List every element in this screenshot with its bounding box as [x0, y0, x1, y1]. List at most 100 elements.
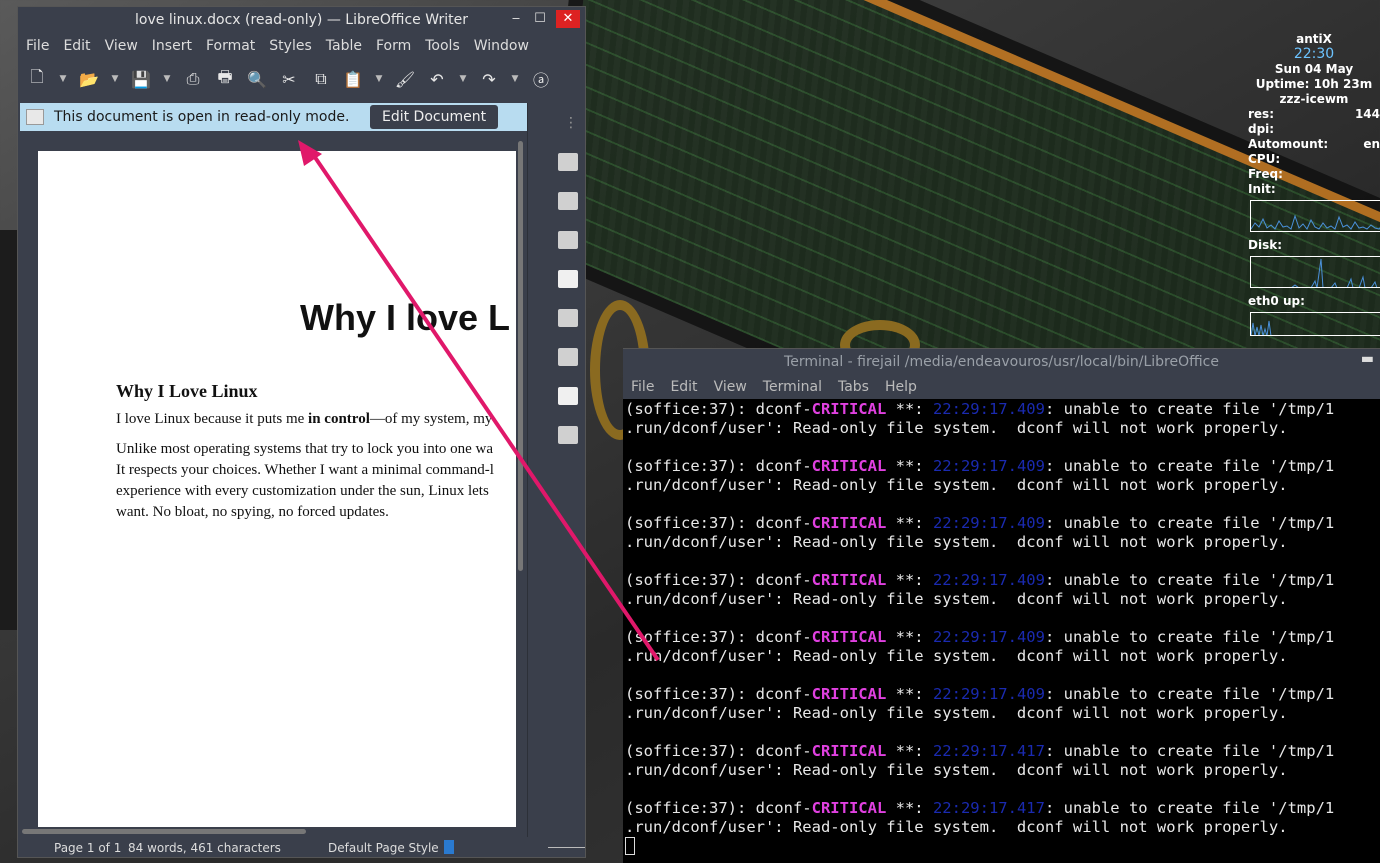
language-icon[interactable]: [444, 840, 454, 854]
terminal-window: Terminal - firejail /media/endeavouros/u…: [623, 348, 1380, 863]
sidebar-menu-icon[interactable]: ⋮: [564, 115, 578, 131]
terminal-line: (soffice:37): dconf-CRITICAL **: 22:29:1…: [625, 628, 1335, 646]
menu-edit[interactable]: Edit: [63, 38, 90, 54]
scrollbar-thumb[interactable]: [518, 141, 523, 571]
paste-icon[interactable]: 📋: [342, 68, 364, 90]
close-button[interactable]: ✕: [556, 10, 580, 28]
menu-form[interactable]: Form: [376, 38, 411, 54]
scrollbar-thumb[interactable]: [22, 829, 306, 834]
chevron-down-icon[interactable]: ▼: [110, 68, 120, 90]
undo-icon[interactable]: ↶: [426, 68, 448, 90]
sidebar-styles-icon[interactable]: [558, 231, 578, 249]
status-word-count[interactable]: 84 words, 461 characters: [128, 841, 281, 855]
sidebar-design-icon[interactable]: [558, 387, 578, 405]
terminal-cursor-line: [625, 837, 1380, 857]
terminal-title: Terminal - firejail /media/endeavouros/u…: [784, 354, 1219, 370]
document-paragraph-1: I love Linux because it puts me in contr…: [116, 411, 493, 427]
menu-format[interactable]: Format: [206, 38, 255, 54]
menu-view[interactable]: View: [105, 38, 138, 54]
copy-icon[interactable]: ⧉: [310, 68, 332, 90]
redo-icon[interactable]: ↷: [478, 68, 500, 90]
writer-title: love linux.docx (read-only) — LibreOffic…: [135, 12, 468, 28]
chevron-down-icon[interactable]: ▼: [58, 68, 68, 90]
spelling-icon[interactable]: ⓐ: [530, 68, 552, 90]
document-canvas[interactable]: Why I love L Why I Love Linux I love Lin…: [20, 133, 526, 827]
chevron-down-icon[interactable]: ▼: [162, 68, 172, 90]
document-paragraph-2-line: It respects your choices. Whether I want…: [116, 462, 494, 478]
minimize-button[interactable]: ‒: [504, 10, 528, 28]
maximize-button[interactable]: ☐: [528, 10, 552, 28]
open-folder-icon[interactable]: 📂: [78, 68, 100, 90]
vertical-scrollbar[interactable]: [516, 133, 526, 827]
infobar-message: This document is open in read-only mode.: [54, 109, 350, 125]
chevron-down-icon[interactable]: ▼: [458, 68, 468, 90]
terminal-line: .run/dconf/user': Read-only file system.…: [625, 647, 1288, 665]
sidebar-gallery-icon[interactable]: [558, 270, 578, 288]
print-preview-icon[interactable]: 🔍: [246, 68, 268, 90]
cpu-graph: [1250, 200, 1380, 232]
menu-table[interactable]: Table: [326, 38, 362, 54]
edit-document-button[interactable]: Edit Document: [370, 105, 499, 129]
document-page[interactable]: Why I love L Why I Love Linux I love Lin…: [38, 151, 518, 827]
cut-icon[interactable]: ✂: [278, 68, 300, 90]
terminal-line: .run/dconf/user': Read-only file system.…: [625, 476, 1288, 494]
chevron-down-icon[interactable]: ▼: [374, 68, 384, 90]
terminal-output[interactable]: (soffice:37): dconf-CRITICAL **: 22:29:1…: [623, 399, 1380, 857]
terminal-line: .run/dconf/user': Read-only file system.…: [625, 704, 1288, 722]
disk-graph: [1250, 256, 1380, 288]
terminal-titlebar[interactable]: Terminal - firejail /media/endeavouros/u…: [623, 349, 1380, 375]
terminal-menu-file[interactable]: File: [631, 379, 654, 395]
terminal-minimize-button[interactable]: ▬: [1361, 351, 1374, 367]
export-pdf-icon[interactable]: ⎙: [182, 68, 204, 90]
conky-monitor: antiX 22:30 Sun 04 May Uptime: 10h 23m z…: [1248, 32, 1380, 342]
standard-toolbar: 🗋 ▼ 📂 ▼ 💾 ▼ ⎙ 🖶 🔍 ✂ ⧉ 📋 ▼ 🖌 ↶ ▼ ↷ ▼ ⓐ: [18, 59, 585, 99]
menu-tools[interactable]: Tools: [425, 38, 460, 54]
terminal-line: .run/dconf/user': Read-only file system.…: [625, 761, 1288, 779]
conky-disk: Disk:: [1248, 238, 1282, 252]
menu-styles[interactable]: Styles: [269, 38, 311, 54]
writer-menubar: File Edit View Insert Format Styles Tabl…: [18, 33, 585, 59]
sidebar-manage-changes-icon[interactable]: [558, 348, 578, 366]
terminal-menu-terminal[interactable]: Terminal: [763, 379, 822, 395]
sidebar-navigator-icon[interactable]: [558, 309, 578, 327]
sidebar-page-icon[interactable]: [558, 192, 578, 210]
writer-titlebar[interactable]: love linux.docx (read-only) — LibreOffic…: [18, 7, 585, 33]
sidebar-deck: ⋮: [527, 103, 585, 837]
document-paragraph-2-line: experience with every customization unde…: [116, 483, 489, 499]
conky-host: antiX: [1296, 32, 1332, 46]
clone-formatting-icon[interactable]: 🖌: [394, 68, 416, 90]
terminal-line: (soffice:37): dconf-CRITICAL **: 22:29:1…: [625, 742, 1335, 760]
document-paragraph-2-line: Unlike most operating systems that try t…: [116, 441, 494, 457]
terminal-menu-help[interactable]: Help: [885, 379, 917, 395]
terminal-menubar: File Edit View Terminal Tabs Help: [623, 375, 1380, 399]
conky-res: res: 144: [1248, 107, 1380, 121]
sidebar-properties-icon[interactable]: [558, 153, 578, 171]
terminal-menu-tabs[interactable]: Tabs: [838, 379, 869, 395]
menu-window[interactable]: Window: [474, 38, 529, 54]
new-document-icon[interactable]: 🗋: [26, 67, 48, 90]
status-page-style[interactable]: Default Page Style: [328, 841, 439, 855]
terminal-menu-edit[interactable]: Edit: [670, 379, 697, 395]
writer-statusbar: Page 1 of 1 84 words, 461 characters Def…: [18, 837, 585, 857]
chevron-down-icon[interactable]: ▼: [510, 68, 520, 90]
save-icon[interactable]: 💾: [130, 68, 152, 90]
sidebar-accessibility-icon[interactable]: [558, 426, 578, 444]
terminal-line: (soffice:37): dconf-CRITICAL **: 22:29:1…: [625, 457, 1335, 475]
conky-eth: eth0 up:: [1248, 294, 1305, 308]
menu-insert[interactable]: Insert: [152, 38, 192, 54]
menu-file[interactable]: File: [26, 38, 49, 54]
status-page[interactable]: Page 1 of 1: [54, 841, 121, 855]
terminal-menu-view[interactable]: View: [714, 379, 747, 395]
document-paragraph-2-line: want. No bloat, no spying, no forced upd…: [116, 504, 389, 520]
zoom-slider[interactable]: [548, 847, 585, 848]
print-icon[interactable]: 🖶: [214, 67, 236, 90]
wallpaper-edge: [0, 230, 18, 630]
terminal-line: (soffice:37): dconf-CRITICAL **: 22:29:1…: [625, 799, 1335, 817]
horizontal-scrollbar[interactable]: [20, 827, 526, 837]
